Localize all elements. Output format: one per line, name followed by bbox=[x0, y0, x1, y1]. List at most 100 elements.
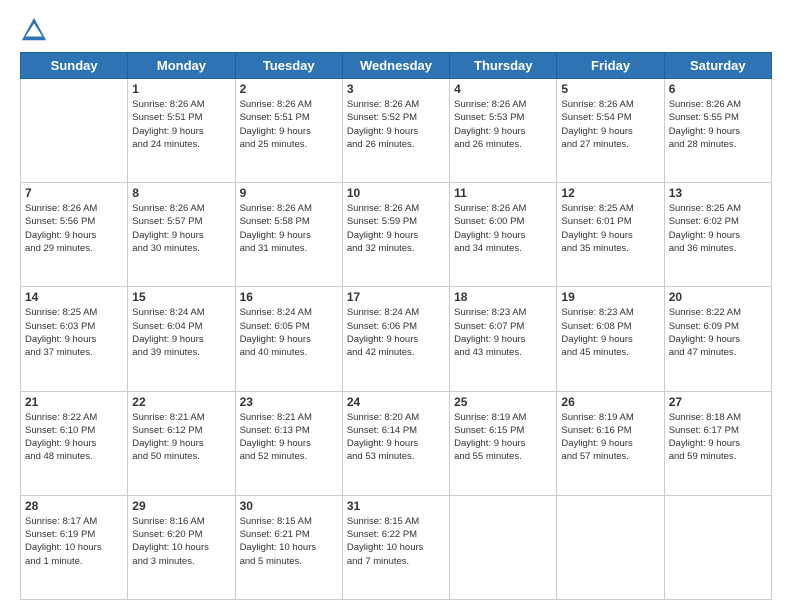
calendar-cell bbox=[450, 495, 557, 599]
calendar-day-header: Saturday bbox=[664, 53, 771, 79]
day-info: Sunrise: 8:23 AMSunset: 6:08 PMDaylight:… bbox=[561, 306, 659, 359]
calendar-day-header: Friday bbox=[557, 53, 664, 79]
calendar-cell: 15 Sunrise: 8:24 AMSunset: 6:04 PMDayligh… bbox=[128, 287, 235, 391]
day-info: Sunrise: 8:24 AMSunset: 6:05 PMDaylight:… bbox=[240, 306, 338, 359]
calendar-cell: 24Sunrise: 8:20 AMSunset: 6:14 PMDayligh… bbox=[342, 391, 449, 495]
header bbox=[20, 16, 772, 44]
day-info: Sunrise: 8:26 AMSunset: 5:51 PMDaylight:… bbox=[240, 98, 338, 151]
day-number: 15 bbox=[132, 290, 230, 304]
calendar-week-row: 7 Sunrise: 8:26 AMSunset: 5:56 PMDaylight… bbox=[21, 183, 772, 287]
day-number: 7 bbox=[25, 186, 123, 200]
day-number: 8 bbox=[132, 186, 230, 200]
calendar-cell: 10Sunrise: 8:26 AMSunset: 5:59 PMDayligh… bbox=[342, 183, 449, 287]
calendar-cell: 8 Sunrise: 8:26 AMSunset: 5:57 PMDaylight… bbox=[128, 183, 235, 287]
day-info: Sunrise: 8:26 AMSunset: 5:55 PMDaylight:… bbox=[669, 98, 767, 151]
day-info: Sunrise: 8:26 AMSunset: 5:52 PMDaylight:… bbox=[347, 98, 445, 151]
calendar-cell: 27 Sunrise: 8:18 AMSunset: 6:17 PMDayligh… bbox=[664, 391, 771, 495]
logo-icon bbox=[20, 16, 48, 44]
day-number: 5 bbox=[561, 82, 659, 96]
day-number: 4 bbox=[454, 82, 552, 96]
calendar-cell: 12 Sunrise: 8:25 AMSunset: 6:01 PMDayligh… bbox=[557, 183, 664, 287]
day-info: Sunrise: 8:21 AMSunset: 6:12 PMDaylight:… bbox=[132, 411, 230, 464]
calendar-cell: 28Sunrise: 8:17 AMSunset: 6:19 PMDayligh… bbox=[21, 495, 128, 599]
calendar-cell bbox=[21, 79, 128, 183]
day-number: 13 bbox=[669, 186, 767, 200]
day-number: 27 bbox=[669, 395, 767, 409]
calendar-day-header: Sunday bbox=[21, 53, 128, 79]
day-info: Sunrise: 8:24 AMSunset: 6:04 PMDaylight:… bbox=[132, 306, 230, 359]
day-info: Sunrise: 8:24 AMSunset: 6:06 PMDaylight:… bbox=[347, 306, 445, 359]
day-number: 16 bbox=[240, 290, 338, 304]
calendar-cell: 31 Sunrise: 8:15 AMSunset: 6:22 PMDayligh… bbox=[342, 495, 449, 599]
day-number: 23 bbox=[240, 395, 338, 409]
calendar-cell: 2 Sunrise: 8:26 AMSunset: 5:51 PMDaylight… bbox=[235, 79, 342, 183]
calendar-cell: 29Sunrise: 8:16 AMSunset: 6:20 PMDayligh… bbox=[128, 495, 235, 599]
calendar-cell: 19 Sunrise: 8:23 AMSunset: 6:08 PMDayligh… bbox=[557, 287, 664, 391]
day-info: Sunrise: 8:26 AMSunset: 5:53 PMDaylight:… bbox=[454, 98, 552, 151]
calendar-cell: 22 Sunrise: 8:21 AMSunset: 6:12 PMDayligh… bbox=[128, 391, 235, 495]
day-info: Sunrise: 8:26 AMSunset: 5:56 PMDaylight:… bbox=[25, 202, 123, 255]
calendar-week-row: 1Sunrise: 8:26 AMSunset: 5:51 PMDaylight… bbox=[21, 79, 772, 183]
calendar-cell: 7 Sunrise: 8:26 AMSunset: 5:56 PMDaylight… bbox=[21, 183, 128, 287]
day-number: 11 bbox=[454, 186, 552, 200]
day-info: Sunrise: 8:22 AMSunset: 6:10 PMDaylight:… bbox=[25, 411, 123, 464]
day-info: Sunrise: 8:26 AMSunset: 6:00 PMDaylight:… bbox=[454, 202, 552, 255]
day-info: Sunrise: 8:15 AMSunset: 6:21 PMDaylight:… bbox=[240, 515, 338, 568]
calendar-week-row: 21 Sunrise: 8:22 AMSunset: 6:10 PMDayligh… bbox=[21, 391, 772, 495]
day-info: Sunrise: 8:26 AMSunset: 5:51 PMDaylight:… bbox=[132, 98, 230, 151]
calendar-cell bbox=[664, 495, 771, 599]
day-number: 19 bbox=[561, 290, 659, 304]
day-number: 24 bbox=[347, 395, 445, 409]
logo bbox=[20, 16, 52, 44]
day-number: 9 bbox=[240, 186, 338, 200]
calendar-cell: 20 Sunrise: 8:22 AMSunset: 6:09 PMDayligh… bbox=[664, 287, 771, 391]
day-info: Sunrise: 8:18 AMSunset: 6:17 PMDaylight:… bbox=[669, 411, 767, 464]
day-number: 12 bbox=[561, 186, 659, 200]
day-info: Sunrise: 8:15 AMSunset: 6:22 PMDaylight:… bbox=[347, 515, 445, 568]
calendar-cell: 16 Sunrise: 8:24 AMSunset: 6:05 PMDayligh… bbox=[235, 287, 342, 391]
calendar-cell: 30 Sunrise: 8:15 AMSunset: 6:21 PMDayligh… bbox=[235, 495, 342, 599]
calendar-cell: 14 Sunrise: 8:25 AMSunset: 6:03 PMDayligh… bbox=[21, 287, 128, 391]
calendar-cell: 9Sunrise: 8:26 AMSunset: 5:58 PMDaylight… bbox=[235, 183, 342, 287]
day-number: 18 bbox=[454, 290, 552, 304]
calendar-cell: 18Sunrise: 8:23 AMSunset: 6:07 PMDayligh… bbox=[450, 287, 557, 391]
day-info: Sunrise: 8:25 AMSunset: 6:03 PMDaylight:… bbox=[25, 306, 123, 359]
calendar-week-row: 14 Sunrise: 8:25 AMSunset: 6:03 PMDayligh… bbox=[21, 287, 772, 391]
calendar-week-row: 28Sunrise: 8:17 AMSunset: 6:19 PMDayligh… bbox=[21, 495, 772, 599]
calendar-cell: 11 Sunrise: 8:26 AMSunset: 6:00 PMDayligh… bbox=[450, 183, 557, 287]
day-number: 14 bbox=[25, 290, 123, 304]
day-info: Sunrise: 8:21 AMSunset: 6:13 PMDaylight:… bbox=[240, 411, 338, 464]
day-info: Sunrise: 8:22 AMSunset: 6:09 PMDaylight:… bbox=[669, 306, 767, 359]
day-number: 2 bbox=[240, 82, 338, 96]
calendar-cell: 17 Sunrise: 8:24 AMSunset: 6:06 PMDayligh… bbox=[342, 287, 449, 391]
page: SundayMondayTuesdayWednesdayThursdayFrid… bbox=[0, 0, 792, 612]
day-number: 10 bbox=[347, 186, 445, 200]
day-number: 22 bbox=[132, 395, 230, 409]
calendar-day-header: Tuesday bbox=[235, 53, 342, 79]
calendar-day-header: Thursday bbox=[450, 53, 557, 79]
day-number: 17 bbox=[347, 290, 445, 304]
calendar-cell: 4 Sunrise: 8:26 AMSunset: 5:53 PMDaylight… bbox=[450, 79, 557, 183]
day-number: 20 bbox=[669, 290, 767, 304]
day-info: Sunrise: 8:26 AMSunset: 5:54 PMDaylight:… bbox=[561, 98, 659, 151]
day-number: 6 bbox=[669, 82, 767, 96]
day-info: Sunrise: 8:17 AMSunset: 6:19 PMDaylight:… bbox=[25, 515, 123, 568]
day-number: 30 bbox=[240, 499, 338, 513]
calendar-cell: 26Sunrise: 8:19 AMSunset: 6:16 PMDayligh… bbox=[557, 391, 664, 495]
calendar-cell: 13Sunrise: 8:25 AMSunset: 6:02 PMDayligh… bbox=[664, 183, 771, 287]
calendar-cell: 1Sunrise: 8:26 AMSunset: 5:51 PMDaylight… bbox=[128, 79, 235, 183]
day-info: Sunrise: 8:26 AMSunset: 5:57 PMDaylight:… bbox=[132, 202, 230, 255]
calendar-cell: 5 Sunrise: 8:26 AMSunset: 5:54 PMDaylight… bbox=[557, 79, 664, 183]
calendar-cell: 6 Sunrise: 8:26 AMSunset: 5:55 PMDaylight… bbox=[664, 79, 771, 183]
day-number: 31 bbox=[347, 499, 445, 513]
calendar-cell: 25Sunrise: 8:19 AMSunset: 6:15 PMDayligh… bbox=[450, 391, 557, 495]
day-info: Sunrise: 8:19 AMSunset: 6:16 PMDaylight:… bbox=[561, 411, 659, 464]
day-number: 29 bbox=[132, 499, 230, 513]
calendar-cell bbox=[557, 495, 664, 599]
calendar-day-header: Wednesday bbox=[342, 53, 449, 79]
day-number: 3 bbox=[347, 82, 445, 96]
day-info: Sunrise: 8:25 AMSunset: 6:01 PMDaylight:… bbox=[561, 202, 659, 255]
calendar-cell: 3 Sunrise: 8:26 AMSunset: 5:52 PMDaylight… bbox=[342, 79, 449, 183]
day-number: 21 bbox=[25, 395, 123, 409]
calendar-cell: 23 Sunrise: 8:21 AMSunset: 6:13 PMDayligh… bbox=[235, 391, 342, 495]
